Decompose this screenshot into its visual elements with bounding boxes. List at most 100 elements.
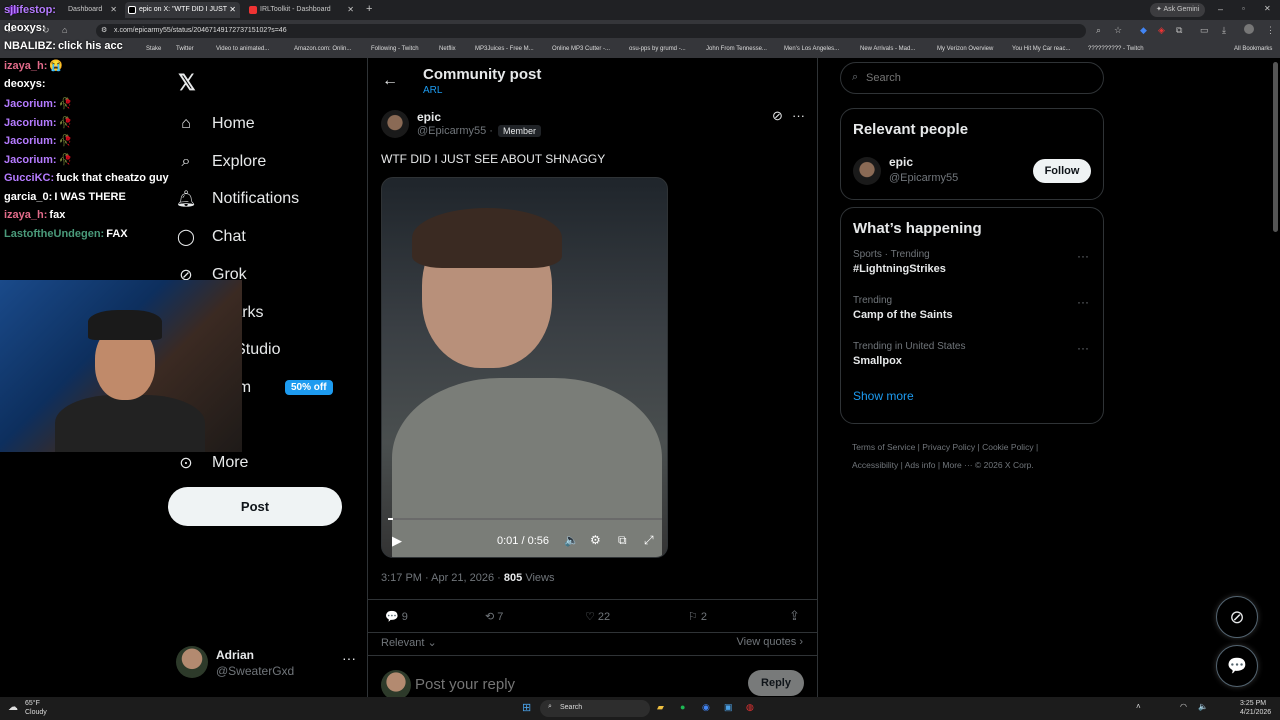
chat-message: sjlifestop: xyxy=(4,4,58,16)
trend-item[interactable]: Trending Camp of the Saints ··· xyxy=(853,295,1091,341)
bookmark-item[interactable]: Amazon.com: Onlin... xyxy=(294,46,351,52)
bookmark-item[interactable]: Online MP3 Cutter -... xyxy=(552,46,610,52)
bookmark-item[interactable]: My Verizon Overview xyxy=(937,46,993,52)
volume-icon[interactable]: 🔈 xyxy=(564,533,579,547)
view-quotes-link[interactable]: View quotes › xyxy=(737,636,803,648)
footer-more-link[interactable]: More ··· xyxy=(942,460,972,470)
bookmark-item[interactable]: MP3Juices - Free M... xyxy=(475,46,534,52)
play-icon[interactable]: ▶ xyxy=(392,533,402,549)
volume-icon[interactable]: 🔈 xyxy=(1198,702,1208,711)
weather-temp[interactable]: 65°F xyxy=(25,700,40,707)
more-dots-icon[interactable]: ··· xyxy=(1077,341,1089,355)
bookmark-item[interactable]: John From Tennesse... xyxy=(706,46,767,52)
extension-icon[interactable]: ◆ xyxy=(1140,25,1147,36)
page-scrollbar[interactable] xyxy=(1273,62,1278,232)
windows-start-icon[interactable]: ⊞ xyxy=(522,701,531,714)
extensions-puzzle-icon[interactable]: ⧉ xyxy=(1176,25,1182,36)
page-title: Community post xyxy=(423,66,542,83)
back-arrow-icon[interactable]: ← xyxy=(382,72,398,90)
follow-button[interactable]: Follow xyxy=(1033,159,1091,183)
maximize-icon[interactable]: ▫ xyxy=(1242,4,1245,13)
video-player[interactable]: ▶ 0:01 / 0:56 🔈 ⚙ ⧉ ⤢ xyxy=(381,177,668,558)
more-dots-icon[interactable]: ··· xyxy=(1077,295,1089,309)
more-dots-icon[interactable]: ··· xyxy=(1077,249,1089,263)
fullscreen-icon[interactable]: ⤢ xyxy=(644,533,654,548)
account-switcher[interactable]: Adrian @SweaterGxd ··· xyxy=(176,646,356,680)
video-progress-track[interactable] xyxy=(388,518,662,520)
footer-link[interactable]: Terms of Service xyxy=(852,442,915,452)
clock-time[interactable]: 3:25 PM xyxy=(1240,700,1266,707)
more-dots-icon[interactable]: ··· xyxy=(792,108,805,123)
kebab-menu-icon[interactable]: ⋮ xyxy=(1266,25,1275,36)
bookmark-item[interactable]: You Hit My Car reac... xyxy=(1012,46,1070,52)
like-action[interactable]: ♡ 22 xyxy=(585,610,610,623)
messages-fab[interactable]: 💬 xyxy=(1216,645,1258,687)
all-bookmarks-folder[interactable]: All Bookmarks xyxy=(1234,46,1272,52)
new-tab-button[interactable]: + xyxy=(366,3,372,15)
obs-icon[interactable]: ◍ xyxy=(746,702,754,713)
chat-text: 🥀 xyxy=(58,154,73,166)
trend-context: Sports · Trending xyxy=(853,249,930,260)
avatar[interactable] xyxy=(853,157,881,185)
trend-item[interactable]: Trending in United States Smallpox ··· xyxy=(853,341,1091,387)
bookmark-item[interactable]: New Arrivals - Mad... xyxy=(860,46,915,52)
bookmark-item[interactable]: Netflix xyxy=(439,46,456,52)
more-dots-icon[interactable]: ··· xyxy=(342,650,356,666)
author-avatar[interactable] xyxy=(381,110,409,138)
close-icon[interactable]: ✕ xyxy=(347,2,354,18)
bookmark-star-icon[interactable]: ☆ xyxy=(1114,25,1122,36)
irltoolkit-icon xyxy=(249,6,257,14)
chat-message: Jacorium: 🥀 xyxy=(4,116,72,129)
reply-button[interactable]: Reply xyxy=(748,670,804,696)
author-name[interactable]: epic xyxy=(417,110,441,124)
footer-link[interactable]: Ads info xyxy=(905,460,936,470)
bookmark-item[interactable]: osu-pps by grumd -... xyxy=(629,46,686,52)
bookmark-count: 2 xyxy=(700,611,708,623)
person-name[interactable]: epic xyxy=(889,155,913,169)
footer-link[interactable]: Cookie Policy xyxy=(982,442,1034,452)
community-link[interactable]: ARL xyxy=(423,85,442,96)
photos-icon[interactable]: ▣ xyxy=(724,702,733,713)
pip-icon[interactable]: ⧉ xyxy=(618,533,627,548)
url-field[interactable]: ⚙ x.com/epicarmy55/status/20467149172737… xyxy=(96,24,1086,38)
footer-link[interactable]: Accessibility xyxy=(852,460,898,470)
search-box[interactable]: ⌕ xyxy=(840,62,1104,94)
file-explorer-icon[interactable]: ▰ xyxy=(657,702,664,713)
reply-sort-dropdown[interactable]: Relevant ⌄ xyxy=(381,636,437,649)
tray-chevron-icon[interactable]: ˄ xyxy=(1136,702,1141,711)
repost-action[interactable]: ⟲ 7 xyxy=(485,610,503,623)
chat-message: deoxys: xyxy=(4,22,48,34)
bookmark-action[interactable]: ⚐ 2 xyxy=(688,610,707,623)
tab-irltoolkit[interactable]: IRLToolkit - Dashboard ✕ xyxy=(246,2,358,18)
wifi-icon[interactable]: ◠ xyxy=(1180,702,1187,711)
chrome-icon[interactable]: ◉ xyxy=(702,702,710,713)
person-handle[interactable]: @Epicarmy55 xyxy=(889,172,958,184)
trend-item[interactable]: Sports · Trending #LightningStrikes ··· xyxy=(853,249,1091,295)
settings-gear-icon[interactable]: ⚙ xyxy=(590,533,601,547)
sidepanel-icon[interactable]: ▭ xyxy=(1200,25,1209,36)
author-handle[interactable]: @Epicarmy55 xyxy=(417,125,486,137)
search-input[interactable] xyxy=(866,69,1086,87)
extension-shield-icon[interactable]: ◈ xyxy=(1158,25,1165,36)
downloads-icon[interactable]: ⤓ xyxy=(1222,25,1226,36)
post-button[interactable]: Post xyxy=(168,487,342,526)
spotify-icon[interactable]: ● xyxy=(680,702,685,712)
reply-action[interactable]: 💬 9 xyxy=(385,610,408,623)
close-window-icon[interactable]: ✕ xyxy=(1264,4,1271,13)
ask-gemini-button[interactable]: ✦ Ask Gemini xyxy=(1150,3,1206,17)
zoom-icon[interactable]: ⌕ xyxy=(1096,25,1101,36)
profile-avatar-icon[interactable] xyxy=(1244,24,1254,34)
footer-link[interactable]: Privacy Policy xyxy=(922,442,975,452)
bookmark-item[interactable]: Men's Los Angeles... xyxy=(784,46,839,52)
minimize-icon[interactable]: – xyxy=(1218,4,1223,14)
post-timestamp[interactable]: 3:17 PM · Apr 21, 2026 · xyxy=(381,572,501,584)
bookmark-item[interactable]: ?????????? - Twitch xyxy=(1088,46,1144,52)
reply-count: 9 xyxy=(401,611,408,623)
show-more-link[interactable]: Show more xyxy=(853,389,1091,403)
share-icon[interactable]: ⇪ xyxy=(789,608,800,624)
taskbar-search[interactable]: ⌕ Search xyxy=(540,700,650,717)
grok-fab[interactable]: ⊘ xyxy=(1216,596,1258,638)
reply-input[interactable] xyxy=(415,672,715,696)
grok-explain-icon[interactable]: ⊘ xyxy=(772,108,783,124)
bookmark-item[interactable]: Following - Twitch xyxy=(371,46,419,52)
